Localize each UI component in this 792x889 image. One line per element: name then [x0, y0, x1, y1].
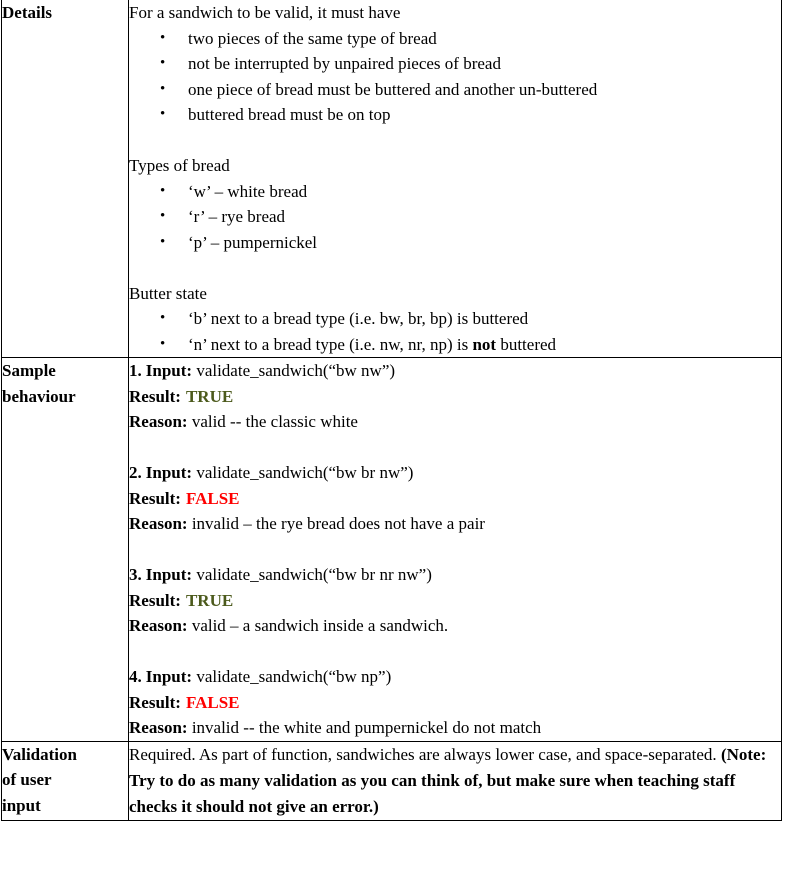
- table-row-details: Details For a sandwich to be valid, it m…: [1, 0, 782, 358]
- example-reason-line: Reason: invalid -- the white and pumpern…: [129, 715, 781, 741]
- list-item: buttered bread must be on top: [129, 102, 781, 128]
- row-body-details: For a sandwich to be valid, it must have…: [128, 0, 782, 358]
- details-rules-list: two pieces of the same type of bread not…: [129, 26, 781, 128]
- example-number: 3.: [129, 565, 142, 584]
- reason-label: Reason:: [129, 514, 188, 533]
- input-label: Input:: [145, 463, 193, 482]
- example-reason-line: Reason: valid – a sandwich inside a sand…: [129, 613, 781, 639]
- input-label: Input:: [145, 667, 193, 686]
- example-result-line: Result: FALSE: [129, 486, 781, 512]
- example-result-line: Result: TRUE: [129, 588, 781, 614]
- row-label-validation: Validation of user input: [1, 740, 129, 821]
- result-label: Result:: [129, 692, 181, 712]
- input-label: Input:: [145, 565, 193, 584]
- list-item: two pieces of the same type of bread: [129, 26, 781, 52]
- butter-state-text: ‘n’ next to a bread type (i.e. nw, nr, n…: [188, 334, 473, 354]
- butter-state-text: ‘b’ next to a bread type (i.e. bw, br, b…: [188, 309, 529, 328]
- example-reason-line: Reason: invalid – the rye bread does not…: [129, 511, 781, 537]
- reason-value: invalid – the rye bread does not have a …: [187, 514, 485, 533]
- example-result-line: Result: FALSE: [129, 690, 781, 716]
- row-label-sample-behaviour: Sample behaviour: [1, 357, 129, 742]
- list-item: one piece of bread must be buttered and …: [129, 77, 781, 103]
- example-number: 1.: [129, 361, 142, 380]
- result-value: TRUE: [185, 590, 234, 610]
- butter-state-list: ‘b’ next to a bread type (i.e. bw, br, b…: [129, 306, 781, 357]
- example-number: 2.: [129, 463, 142, 482]
- result-value: FALSE: [185, 692, 240, 712]
- row-body-sample-behaviour: 1. Input: validate_sandwich(“bw nw”) Resu…: [128, 357, 782, 742]
- example-input-line: 1. Input: validate_sandwich(“bw nw”): [129, 358, 781, 384]
- row-label-line: Validation: [2, 744, 77, 764]
- input-value: validate_sandwich(“bw br nw”): [192, 463, 414, 482]
- example-input-line: 2. Input: validate_sandwich(“bw br nw”): [129, 460, 781, 486]
- bread-types-list: ‘w’ – white bread ‘r’ – rye bread ‘p’ – …: [129, 179, 781, 256]
- input-label: Input:: [145, 361, 193, 380]
- result-label: Result:: [129, 488, 181, 508]
- input-value: validate_sandwich(“bw np”): [192, 667, 392, 686]
- sample-example-3: 3. Input: validate_sandwich(“bw br nr nw”…: [129, 562, 781, 639]
- sample-example-2: 2. Input: validate_sandwich(“bw br nw”) R…: [129, 460, 781, 537]
- details-intro: For a sandwich to be valid, it must have: [129, 3, 401, 22]
- result-label: Result:: [129, 386, 181, 406]
- butter-state-heading: Butter state: [129, 283, 207, 303]
- table-row-validation: Validation of user input Required. As pa…: [1, 740, 782, 821]
- bread-types-heading: Types of bread: [129, 156, 230, 175]
- example-input-line: 4. Input: validate_sandwich(“bw np”): [129, 664, 781, 690]
- list-item: not be interrupted by unpaired pieces of…: [129, 51, 781, 77]
- sample-example-1: 1. Input: validate_sandwich(“bw nw”) Resu…: [129, 358, 781, 435]
- example-reason-line: Reason: valid -- the classic white: [129, 409, 781, 435]
- example-result-line: Result: TRUE: [129, 384, 781, 410]
- row-label-details: Details: [1, 0, 129, 358]
- row-label-line: behaviour: [2, 386, 76, 406]
- result-value: FALSE: [185, 488, 240, 508]
- input-value: validate_sandwich(“bw nw”): [192, 361, 396, 380]
- result-value: TRUE: [185, 386, 234, 406]
- row-body-validation: Required. As part of function, sandwiche…: [128, 740, 782, 821]
- reason-label: Reason:: [129, 616, 188, 635]
- validation-normal-text: Required. As part of function, sandwiche…: [129, 744, 721, 764]
- sample-example-4: 4. Input: validate_sandwich(“bw np”) Resu…: [129, 664, 781, 741]
- list-item: ‘r’ – rye bread: [129, 204, 781, 230]
- reason-label: Reason:: [129, 718, 188, 737]
- row-label-line: input: [2, 795, 41, 815]
- butter-state-suffix: buttered: [496, 334, 557, 354]
- list-item: ‘p’ – pumpernickel: [129, 230, 781, 256]
- reason-value: valid -- the classic white: [187, 412, 358, 431]
- row-label-line: Sample: [2, 361, 56, 380]
- input-value: validate_sandwich(“bw br nr nw”): [192, 565, 432, 584]
- table-row-sample-behaviour: Sample behaviour 1. Input: validate_sandw…: [1, 357, 782, 742]
- reason-value: valid – a sandwich inside a sandwich.: [187, 616, 449, 635]
- reason-label: Reason:: [129, 412, 188, 431]
- list-item: ‘b’ next to a bread type (i.e. bw, br, b…: [129, 306, 781, 332]
- row-label-details-line: Details: [2, 3, 53, 22]
- butter-state-emphasis: not: [472, 334, 497, 354]
- list-item: ‘w’ – white bread: [129, 179, 781, 205]
- example-number: 4.: [129, 667, 142, 686]
- validation-text: Required. As part of function, sandwiche…: [129, 742, 781, 820]
- result-label: Result:: [129, 590, 181, 610]
- specification-table: Details For a sandwich to be valid, it m…: [1, 0, 782, 821]
- example-input-line: 3. Input: validate_sandwich(“bw br nr nw”…: [129, 562, 781, 588]
- list-item: ‘n’ next to a bread type (i.e. nw, nr, n…: [129, 332, 781, 358]
- reason-value: invalid -- the white and pumpernickel do…: [187, 718, 542, 737]
- row-label-line: of user: [2, 770, 52, 789]
